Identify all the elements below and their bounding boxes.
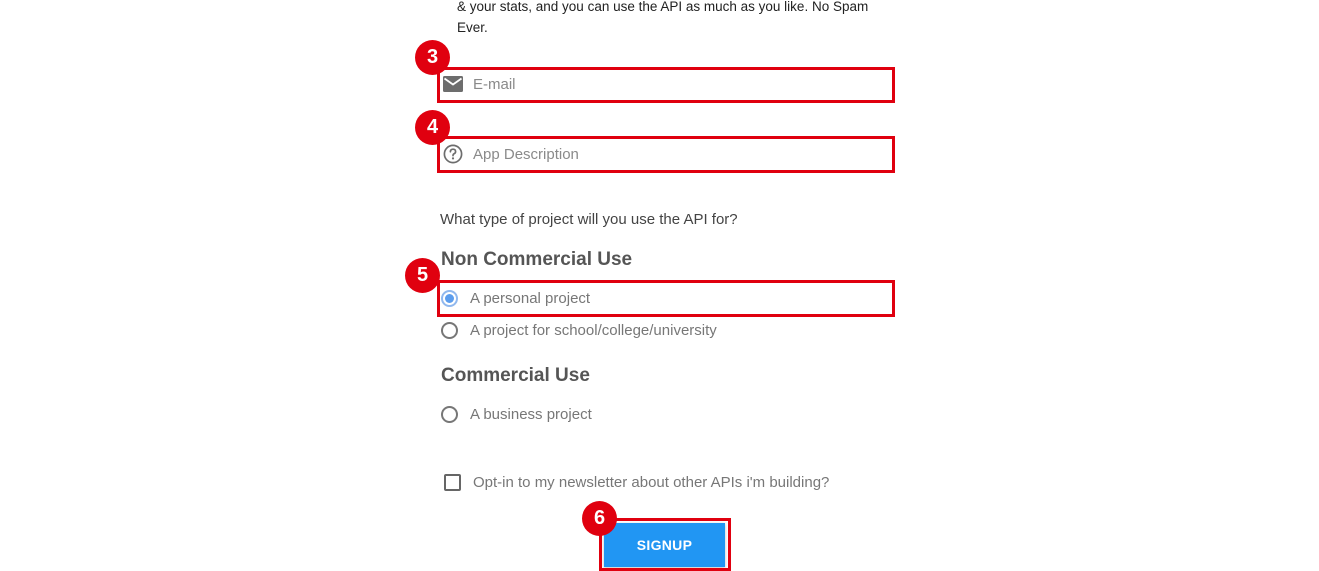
step-badge-6: 6 [582,501,617,536]
email-input[interactable] [473,71,883,97]
app-description-input[interactable] [473,141,883,167]
newsletter-label: Opt-in to my newsletter about other APIs… [473,473,830,491]
envelope-icon [442,74,464,94]
radio-button[interactable] [441,321,458,339]
intro-text: & your stats, and you can use the API as… [457,0,869,35]
app-description-input-wrapper [437,137,892,171]
signup-form-page: & your stats, and you can use the API as… [0,0,1319,571]
radio-school-project[interactable]: A project for school/college/university [441,318,717,342]
step-badge-5: 5 [405,258,440,293]
step-badge-4: 4 [415,110,450,145]
commercial-heading: Commercial Use [441,365,590,386]
radio-label: A business project [470,405,592,423]
radio-label: A project for school/college/university [470,321,717,339]
email-input-wrapper [437,67,892,101]
radio-personal-project[interactable]: A personal project [441,286,590,310]
newsletter-checkbox[interactable] [444,473,461,491]
non-commercial-heading: Non Commercial Use [441,249,633,270]
project-type-question: What type of project will you use the AP… [440,211,738,228]
radio-button-selected[interactable] [441,289,458,307]
signup-button[interactable]: SIGNUP [604,523,725,567]
app-description-field-row [437,137,892,171]
email-field-row [437,67,892,101]
step-badge-3: 3 [415,40,450,75]
radio-label: A personal project [470,289,591,307]
question-circle-icon [442,144,464,164]
radio-business-project[interactable]: A business project [441,402,592,426]
radio-button[interactable] [441,405,458,423]
newsletter-opt-in[interactable]: Opt-in to my newsletter about other APIs… [444,471,829,493]
